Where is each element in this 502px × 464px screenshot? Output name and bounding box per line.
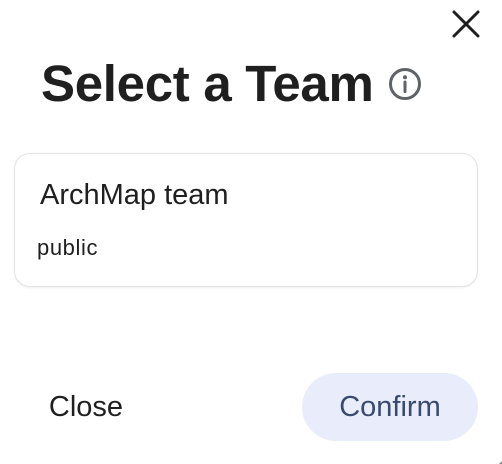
close-icon[interactable] (447, 5, 485, 43)
close-button[interactable]: Close (30, 375, 142, 439)
info-icon[interactable] (388, 67, 423, 102)
dialog-header: Select a Team (41, 52, 423, 114)
team-card[interactable]: ArchMap team public (14, 153, 478, 287)
dialog-title: Select a Team (41, 54, 374, 112)
resize-handle-icon[interactable] (494, 456, 502, 464)
confirm-button[interactable]: Confirm (302, 373, 478, 441)
team-visibility: public (37, 235, 99, 260)
select-team-dialog: Select a Team ArchMap team public Close … (0, 0, 502, 464)
team-name: ArchMap team (40, 179, 229, 211)
